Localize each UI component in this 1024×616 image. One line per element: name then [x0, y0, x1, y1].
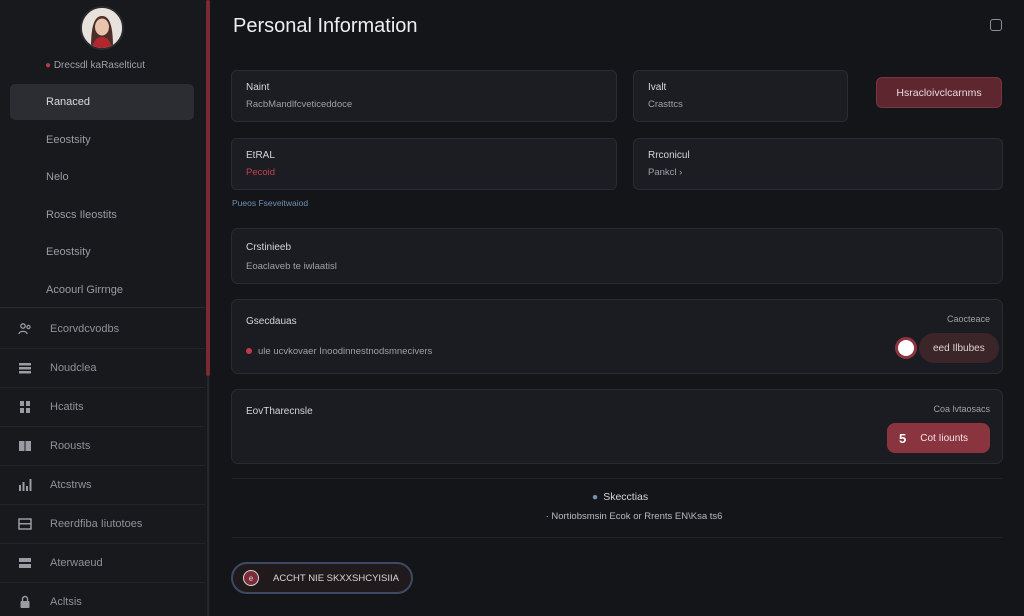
sidebar-scrollbar-thumb[interactable] [206, 0, 210, 376]
action-icon: e [243, 570, 259, 586]
avatar[interactable] [80, 6, 124, 50]
settings-card-right-label: Caocteace [946, 314, 990, 324]
name-field-label: Naint [246, 82, 270, 93]
sidebar-nav-top: Ranaced Eeostsity Nelo Roscs Ileostits E… [10, 84, 194, 309]
settings-card-subtitle-text: ule ucvkovaer Inoodinnestnodsmnecivers [258, 346, 433, 357]
sidebar-item-label: Nelo [46, 171, 69, 183]
sidebar-item-4[interactable]: Roscs Ileostits [10, 197, 194, 233]
bar-chart-icon [0, 478, 50, 492]
sidebar-row-3[interactable]: Hcatits [0, 388, 205, 427]
sidebar-item-6[interactable]: Acoourl Girrnge [10, 272, 194, 308]
email-field-label: EtRAL [246, 150, 275, 161]
user-name: ● Drecsdl kaRaselticut [0, 60, 190, 71]
notifications-button-label: Cot Iiounts [920, 432, 969, 444]
sidebar-row-8[interactable]: Acltsis [0, 583, 205, 616]
user-name-label: Drecsdl kaRaselticut [53, 60, 145, 71]
sidebar-item-label: Roscs Ileostits [46, 208, 117, 221]
page-title: Personal Information [233, 15, 418, 37]
settings-card: Gsecdauas Caocteace ule ucvkovaer Inoodi… [231, 299, 1003, 374]
notifications-card-right-label: Coa lvtaosacs [933, 404, 990, 414]
sidebar-item-label: Eeostsity [46, 246, 91, 258]
sidebar-row-1[interactable]: Ecorvdcvodbs [0, 310, 205, 349]
alert-dot [246, 348, 252, 355]
sidebar-nav-bottom: Ecorvdcvodbs Noudclea Hcatits Roousts At… [0, 310, 205, 616]
list-icon [0, 361, 50, 375]
name-field-value: RacbMandlfcveticeddoce [246, 99, 353, 110]
sidebar-item-label: Eeostsity [46, 133, 91, 146]
sidebar-row-label: Aterwaeud [50, 557, 103, 569]
book-icon [0, 439, 50, 453]
info-icon: ● [591, 491, 599, 503]
primary-action-button[interactable]: Hsracloivclcarnms [876, 77, 1002, 108]
password-field-value: Pankcl › [648, 167, 683, 178]
sidebar-row-7[interactable]: Aterwaeud [0, 544, 205, 583]
footer-divider-bottom [232, 537, 1002, 538]
sidebar-item-1[interactable]: Ranaced [10, 84, 194, 120]
sidebar-item-2[interactable]: Eeostsity [10, 122, 194, 158]
info-card-title: Crstinieeb [246, 242, 292, 253]
hint-link[interactable]: Pueos Fseveitwaiod [232, 198, 308, 208]
notifications-card-title: EovTharecnsle [246, 406, 313, 417]
bottom-action-button[interactable]: e ACCHT NIE SKXXSHCYISIIA [231, 562, 413, 594]
footer-title-label: Skecctias [603, 491, 649, 503]
sidebar-row-2[interactable]: Noudclea [0, 349, 205, 388]
last-field-value: Crasttcs [648, 99, 683, 110]
footer-divider-top [232, 478, 1002, 479]
layers-icon [0, 556, 50, 570]
email-field-value: Pecoid [246, 167, 276, 178]
sidebar-row-4[interactable]: Roousts [0, 427, 205, 466]
settings-card-title: Gsecdauas [246, 316, 297, 327]
sidebar-item-label: Ranaced [46, 96, 91, 108]
status-dot: ● [45, 60, 52, 71]
grid-icon [0, 400, 50, 414]
settings-card-subtitle: ule ucvkovaer Inoodinnestnodsmnecivers [246, 346, 432, 357]
avatar-portrait [82, 8, 122, 48]
info-card: Crstinieeb Eoaclaveb te iwlaatisl [231, 228, 1003, 284]
last-field-label: Ivalt [648, 82, 667, 93]
password-field-label: Rrconicul [648, 150, 690, 161]
footer-title: ● Skecctias [0, 491, 1024, 503]
notifications-count: 5 [899, 430, 907, 446]
sidebar-row-label: Hcatits [50, 401, 84, 413]
password-field[interactable]: Rrconicul Pankcl › [633, 138, 1003, 190]
footer-text: · Nortiobsmsin Ecok or Rrents EN\Ksa ts6 [545, 511, 723, 522]
sidebar-row-label: Noudclea [50, 362, 97, 374]
sidebar-row-label: Atcstrws [50, 479, 92, 491]
lock-icon [0, 595, 50, 609]
sidebar-item-3[interactable]: Nelo [10, 159, 194, 195]
info-card-subtitle: Eoaclaveb te iwlaatisl [246, 261, 337, 272]
sidebar-row-label: Roousts [50, 440, 91, 452]
window-checkbox[interactable] [990, 19, 1002, 31]
settings-toggle[interactable] [895, 337, 917, 359]
notifications-button[interactable]: 5 Cot Iiounts [887, 423, 990, 453]
sidebar-item-5[interactable]: Eeostsity [10, 234, 194, 270]
user-group-icon [0, 322, 50, 336]
email-field[interactable]: EtRAL Pecoid [231, 138, 617, 190]
sidebar-row-label: Acltsis [50, 596, 82, 608]
settings-pill-button[interactable]: eed Ilbubes [919, 333, 999, 363]
last-field[interactable]: Ivalt Crasttcs [633, 70, 848, 122]
sidebar: ● Drecsdl kaRaselticut Ranaced Eeostsity… [0, 0, 210, 616]
sidebar-divider [0, 307, 205, 308]
sidebar-row-label: Ecorvdcvodbs [50, 323, 120, 335]
bottom-action-label: ACCHT NIE SKXXSHCYISIIA [273, 572, 399, 584]
sidebar-item-label: Acoourl Girrnge [46, 283, 124, 296]
name-field[interactable]: Naint RacbMandlfcveticeddoce [231, 70, 617, 122]
settings-toggle-group: eed Ilbubes [895, 333, 999, 363]
